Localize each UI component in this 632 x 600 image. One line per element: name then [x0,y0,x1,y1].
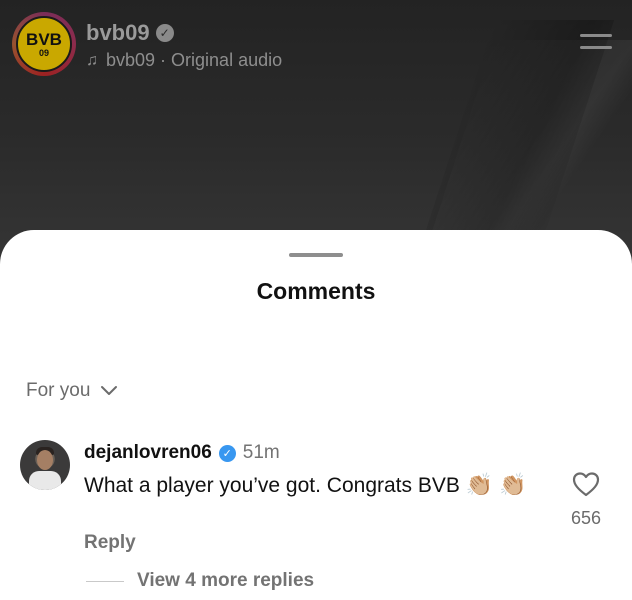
chevron-down-icon [101,386,118,395]
comments-sheet: Comments For you dejanlovren06 ✓ 51m Wha… [0,230,632,600]
avatar-shirt [29,471,61,490]
comment-body: What a player you’ve got. Congrats BVB [84,474,460,497]
commenter-avatar[interactable] [20,440,70,490]
heart-icon[interactable] [572,471,600,497]
drag-handle[interactable] [289,253,343,257]
replies-divider [86,581,124,582]
account-name-row[interactable]: bvb09 ✓ [86,20,174,46]
comment-text: What a player you’ve got. Congrats BVB 👏… [84,470,544,501]
audio-row[interactable]: ♫ bvb09 · Original audio [86,50,282,71]
menu-icon[interactable] [580,34,612,52]
account-name[interactable]: bvb09 [86,20,150,46]
audio-label[interactable]: bvb09 · Original audio [106,50,282,71]
clapping-hands-emoji: 👏🏼 [498,472,527,497]
verified-icon: ✓ [218,444,236,462]
music-note-icon: ♫ [86,51,98,69]
menu-line [580,46,612,49]
sort-filter-dropdown[interactable]: For you [26,380,118,402]
like-count: 656 [570,508,602,528]
comment-time: 51m [242,442,280,463]
verified-icon: ✓ [155,24,174,42]
sheet-title: Comments [256,278,376,304]
comment-username[interactable]: dejanlovren06 [84,442,212,464]
logo-text-bottom: 09 [38,47,49,58]
clapping-hands-emoji: 👏🏼 [465,472,494,497]
reply-button[interactable]: Reply [84,532,136,554]
view-more-replies-button[interactable]: View 4 more replies [137,570,314,592]
menu-line [580,34,612,37]
account-avatar[interactable]: BVB 09 [16,16,72,72]
avatar-head [37,450,53,470]
filter-label: For you [26,380,91,401]
reel-background: BVB 09 bvb09 ✓ ♫ bvb09 · Original audio [0,0,632,260]
comment-header: dejanlovren06 ✓ 51m [84,442,280,464]
logo-text-top: BVB [26,29,62,49]
